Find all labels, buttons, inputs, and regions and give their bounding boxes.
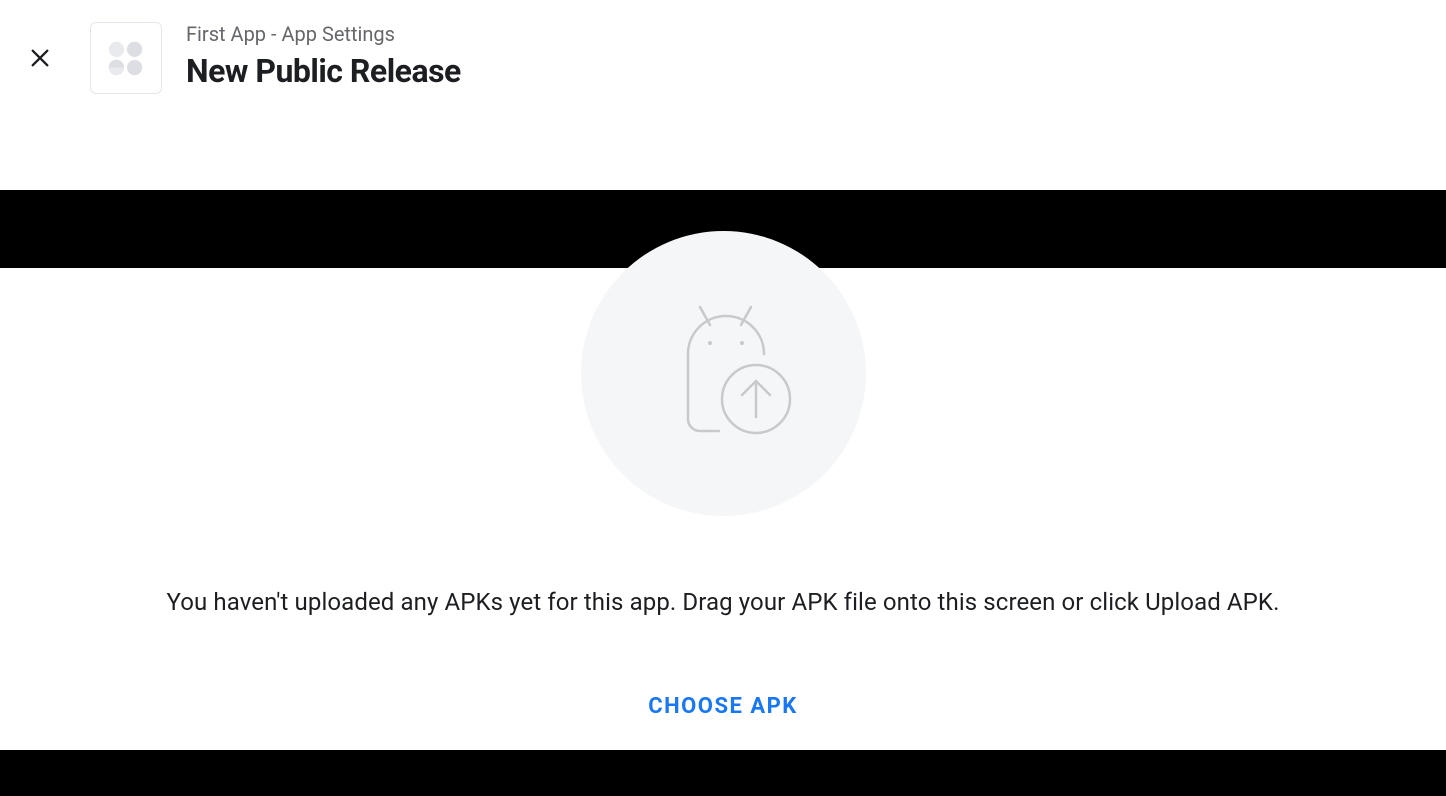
close-icon — [29, 47, 51, 69]
upload-illustration — [581, 231, 866, 516]
close-button[interactable] — [20, 38, 60, 78]
android-upload-icon — [648, 299, 798, 449]
header-text: First App - App Settings New Public Rele… — [186, 22, 461, 90]
page-title: New Public Release — [186, 52, 461, 90]
choose-apk-button[interactable]: CHOOSE APK — [648, 694, 798, 719]
divider-bar-bottom — [0, 750, 1446, 796]
app-icon — [90, 22, 162, 94]
breadcrumb: First App - App Settings — [186, 22, 461, 46]
header: First App - App Settings New Public Rele… — [0, 0, 1446, 190]
empty-state-message: You haven't uploaded any APKs yet for th… — [166, 588, 1279, 616]
main-content[interactable]: You haven't uploaded any APKs yet for th… — [0, 268, 1446, 750]
app-placeholder-icon — [105, 37, 147, 79]
